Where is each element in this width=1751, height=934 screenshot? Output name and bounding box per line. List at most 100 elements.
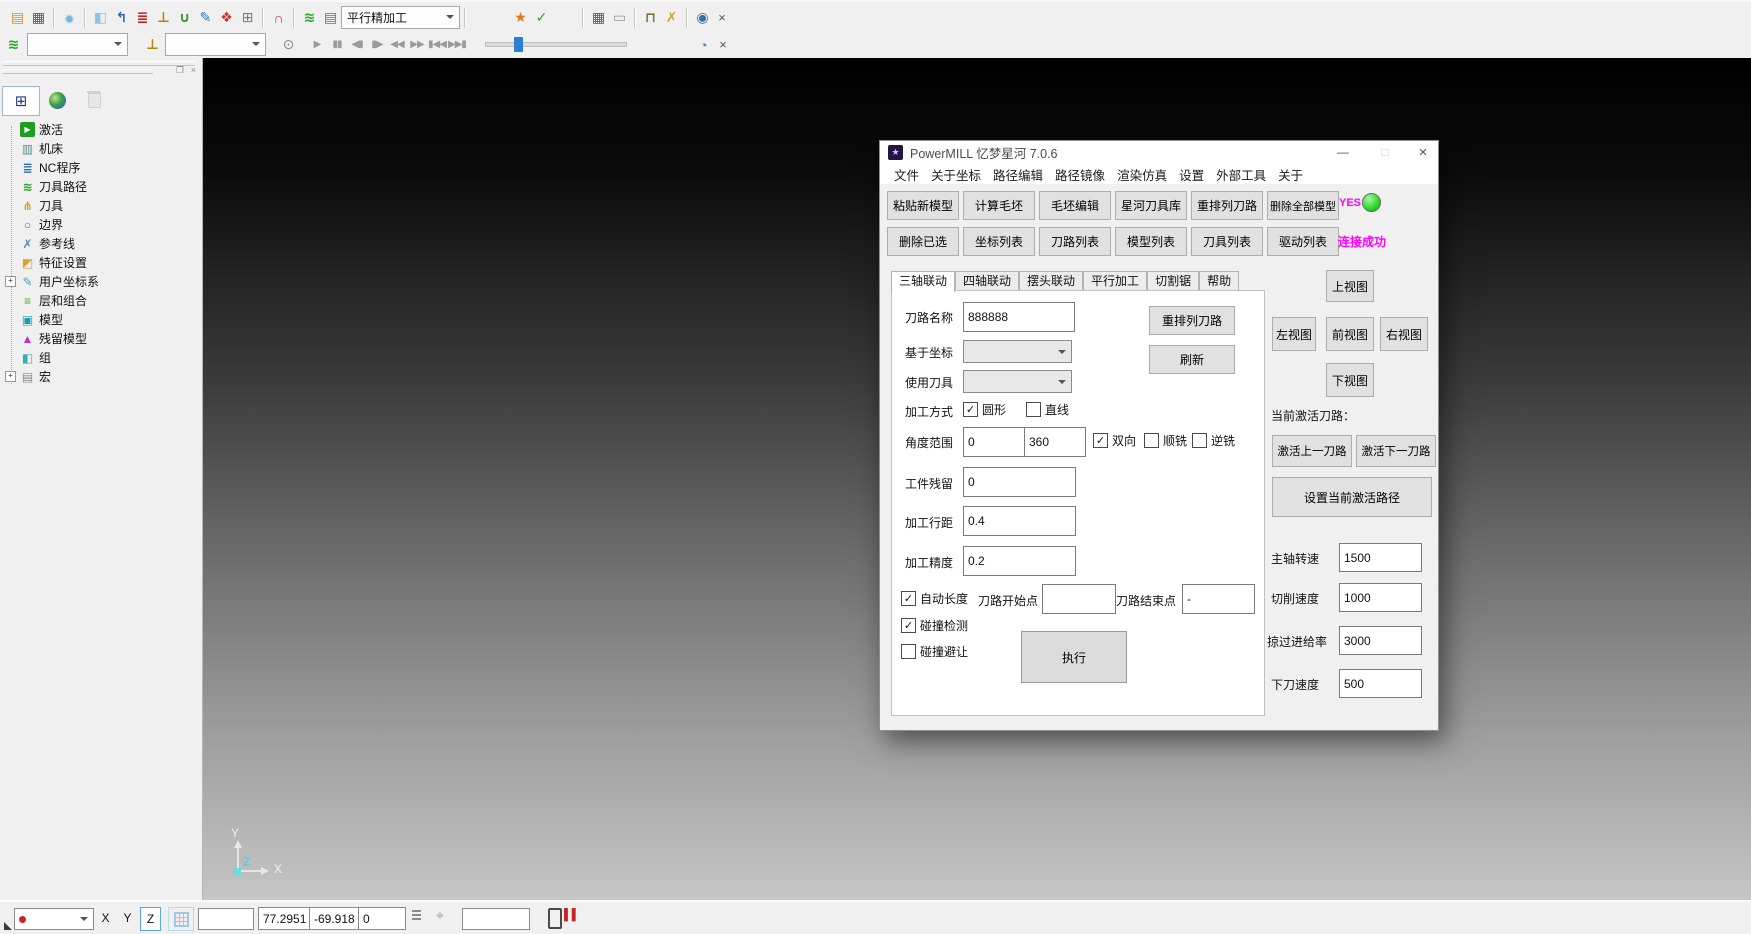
lightbulb-icon[interactable] [278,34,299,55]
resize-grip[interactable] [4,922,12,930]
drag-grip[interactable] [3,61,195,66]
stepover-input[interactable]: 0.4 [963,506,1076,536]
calculator-icon[interactable] [588,7,609,28]
skim-feed-input[interactable]: 3000 [1339,626,1422,655]
expand-icon[interactable]: + [5,276,16,287]
menu-external-tools[interactable]: 外部工具 [1216,165,1266,184]
toolpath-select-dropdown[interactable] [27,33,128,56]
tool-arc-icon[interactable] [268,7,289,28]
paste-new-model-button[interactable]: 粘贴新模型 [887,191,959,220]
mode-circle-checkbox[interactable]: ✓ 圆形 [963,401,1006,418]
menu-about-coords[interactable]: 关于坐标 [931,165,981,184]
toolpath-start-input[interactable] [1042,584,1116,614]
cylinders-icon[interactable] [692,7,713,28]
save-icon[interactable] [28,7,49,28]
cross-arrows-icon[interactable] [661,7,682,28]
view-left-button[interactable]: 左视图 [1272,317,1316,351]
device-icon[interactable] [548,908,562,929]
tree-item-patterns[interactable]: 参考线 [0,234,75,253]
probe-dropdown[interactable] [14,908,94,930]
activate-prev-toolpath-button[interactable]: 激活上一刀路 [1272,435,1352,467]
toolpath-icon[interactable] [3,34,24,55]
menu-file[interactable]: 文件 [894,165,919,184]
view-bottom-button[interactable]: 下视图 [1326,363,1374,397]
stock-remain-input[interactable]: 0 [963,467,1076,497]
tool-star-icon[interactable] [510,7,531,28]
tree-item-macros[interactable]: + 宏 [0,367,51,386]
refresh-button[interactable]: 刷新 [1149,345,1235,374]
menu-path-edit[interactable]: 路径编辑 [993,165,1043,184]
simulation-speed-slider[interactable] [485,42,627,47]
tab-explorer-globe[interactable] [39,86,75,114]
tool-verify-icon[interactable] [531,7,552,28]
toolpath-list-button[interactable]: 刀路列表 [1039,227,1111,256]
view-top-button[interactable]: 上视图 [1326,270,1374,302]
minimize-button[interactable]: — [1328,141,1358,163]
tree-item-groups[interactable]: 组 [0,348,51,367]
toolbar-close-icon[interactable]: × [713,9,731,27]
model-block-icon[interactable] [90,7,111,28]
auto-length-checkbox[interactable]: ✓ 自动长度 [901,590,968,607]
close-button[interactable]: × [1408,141,1438,163]
menu-about[interactable]: 关于 [1278,165,1303,184]
tab-explorer-tree[interactable] [2,86,40,116]
spindle-speed-input[interactable]: 1500 [1339,543,1422,572]
conventional-mill-checkbox[interactable]: 逆铣 [1192,432,1235,449]
tab-4axis[interactable]: 四轴联动 [955,271,1019,290]
angle-end-input[interactable]: 360 [1024,427,1086,457]
strategy-list-icon[interactable] [320,7,341,28]
collision-avoid-checkbox[interactable]: 碰撞避让 [901,643,968,660]
grid-toggle-button[interactable] [168,907,194,931]
calc-block-button[interactable]: 计算毛坯 [963,191,1035,220]
collision-check-checkbox[interactable]: ✓ 碰撞检测 [901,617,968,634]
tab-explorer-trash[interactable] [76,86,112,114]
cursor-x-field[interactable]: 77.2951 [258,907,311,930]
toolpath-name-input[interactable]: 888888 [963,302,1075,332]
tool-ball-icon[interactable] [153,7,174,28]
tree-item-toolpaths[interactable]: 刀具路径 [0,177,87,196]
drive-list-button[interactable]: 驱动列表 [1267,227,1339,256]
open-file-icon[interactable] [7,7,28,28]
tool-library-button[interactable]: 星河刀具库 [1115,191,1187,220]
delete-all-models-button[interactable]: 删除全部模型 [1267,191,1339,220]
pattern-draw-icon[interactable] [195,7,216,28]
menu-settings[interactable]: 设置 [1179,165,1204,184]
view-right-button[interactable]: 右视图 [1380,317,1428,351]
drag-grip[interactable] [3,69,153,74]
angle-start-input[interactable]: 0 [963,427,1025,457]
machining-strategy-dropdown[interactable]: 平行精加工 [341,6,460,29]
toolpath-icon[interactable] [299,7,320,28]
tab-saw[interactable]: 切割锯 [1147,271,1199,290]
grid-size-field[interactable] [198,908,254,930]
delete-selected-button[interactable]: 删除已选 [887,227,959,256]
plunge-feed-input[interactable]: 500 [1339,669,1422,698]
fast-forward-button[interactable]: ▶▶ [407,39,427,50]
execute-button[interactable]: 执行 [1021,631,1127,683]
tab-help[interactable]: 帮助 [1199,271,1239,290]
use-tool-dropdown[interactable] [963,370,1072,393]
tab-tilt-head[interactable]: 摆头联动 [1019,271,1083,290]
rearrange-toolpath-button[interactable]: 重排列刀路 [1149,306,1235,335]
tolerance-input[interactable]: 0.2 [963,546,1076,576]
tree-item-levels-and-sets[interactable]: 层和组合 [0,291,87,310]
float-panel-icon[interactable]: ❐ [176,66,184,75]
block-setup-icon[interactable] [59,7,80,28]
tool-select-dropdown[interactable] [165,33,266,56]
step-back-button[interactable]: ◀▮ [347,39,367,50]
climb-mill-checkbox[interactable]: 顺铣 [1144,432,1187,449]
cutting-feed-input[interactable]: 1000 [1339,583,1422,612]
toolbar-close-icon[interactable]: × [714,36,732,54]
point-distribution-icon[interactable] [216,7,237,28]
locate-probe-icon[interactable]: ⌖ [436,907,444,924]
measure-icon[interactable] [609,7,630,28]
toolpath-end-input[interactable]: - [1182,584,1255,614]
coord-list-button[interactable]: 坐标列表 [963,227,1035,256]
tool-pair-icon[interactable] [640,7,661,28]
maximize-button[interactable]: □ [1370,141,1400,163]
rewind-button[interactable]: ◀◀ [387,39,407,50]
close-panel-icon[interactable]: × [191,66,196,75]
tree-item-models[interactable]: 模型 [0,310,63,329]
measure-field[interactable] [462,908,530,930]
tool-select-icon[interactable] [142,34,163,55]
based-coord-dropdown[interactable] [963,340,1072,363]
